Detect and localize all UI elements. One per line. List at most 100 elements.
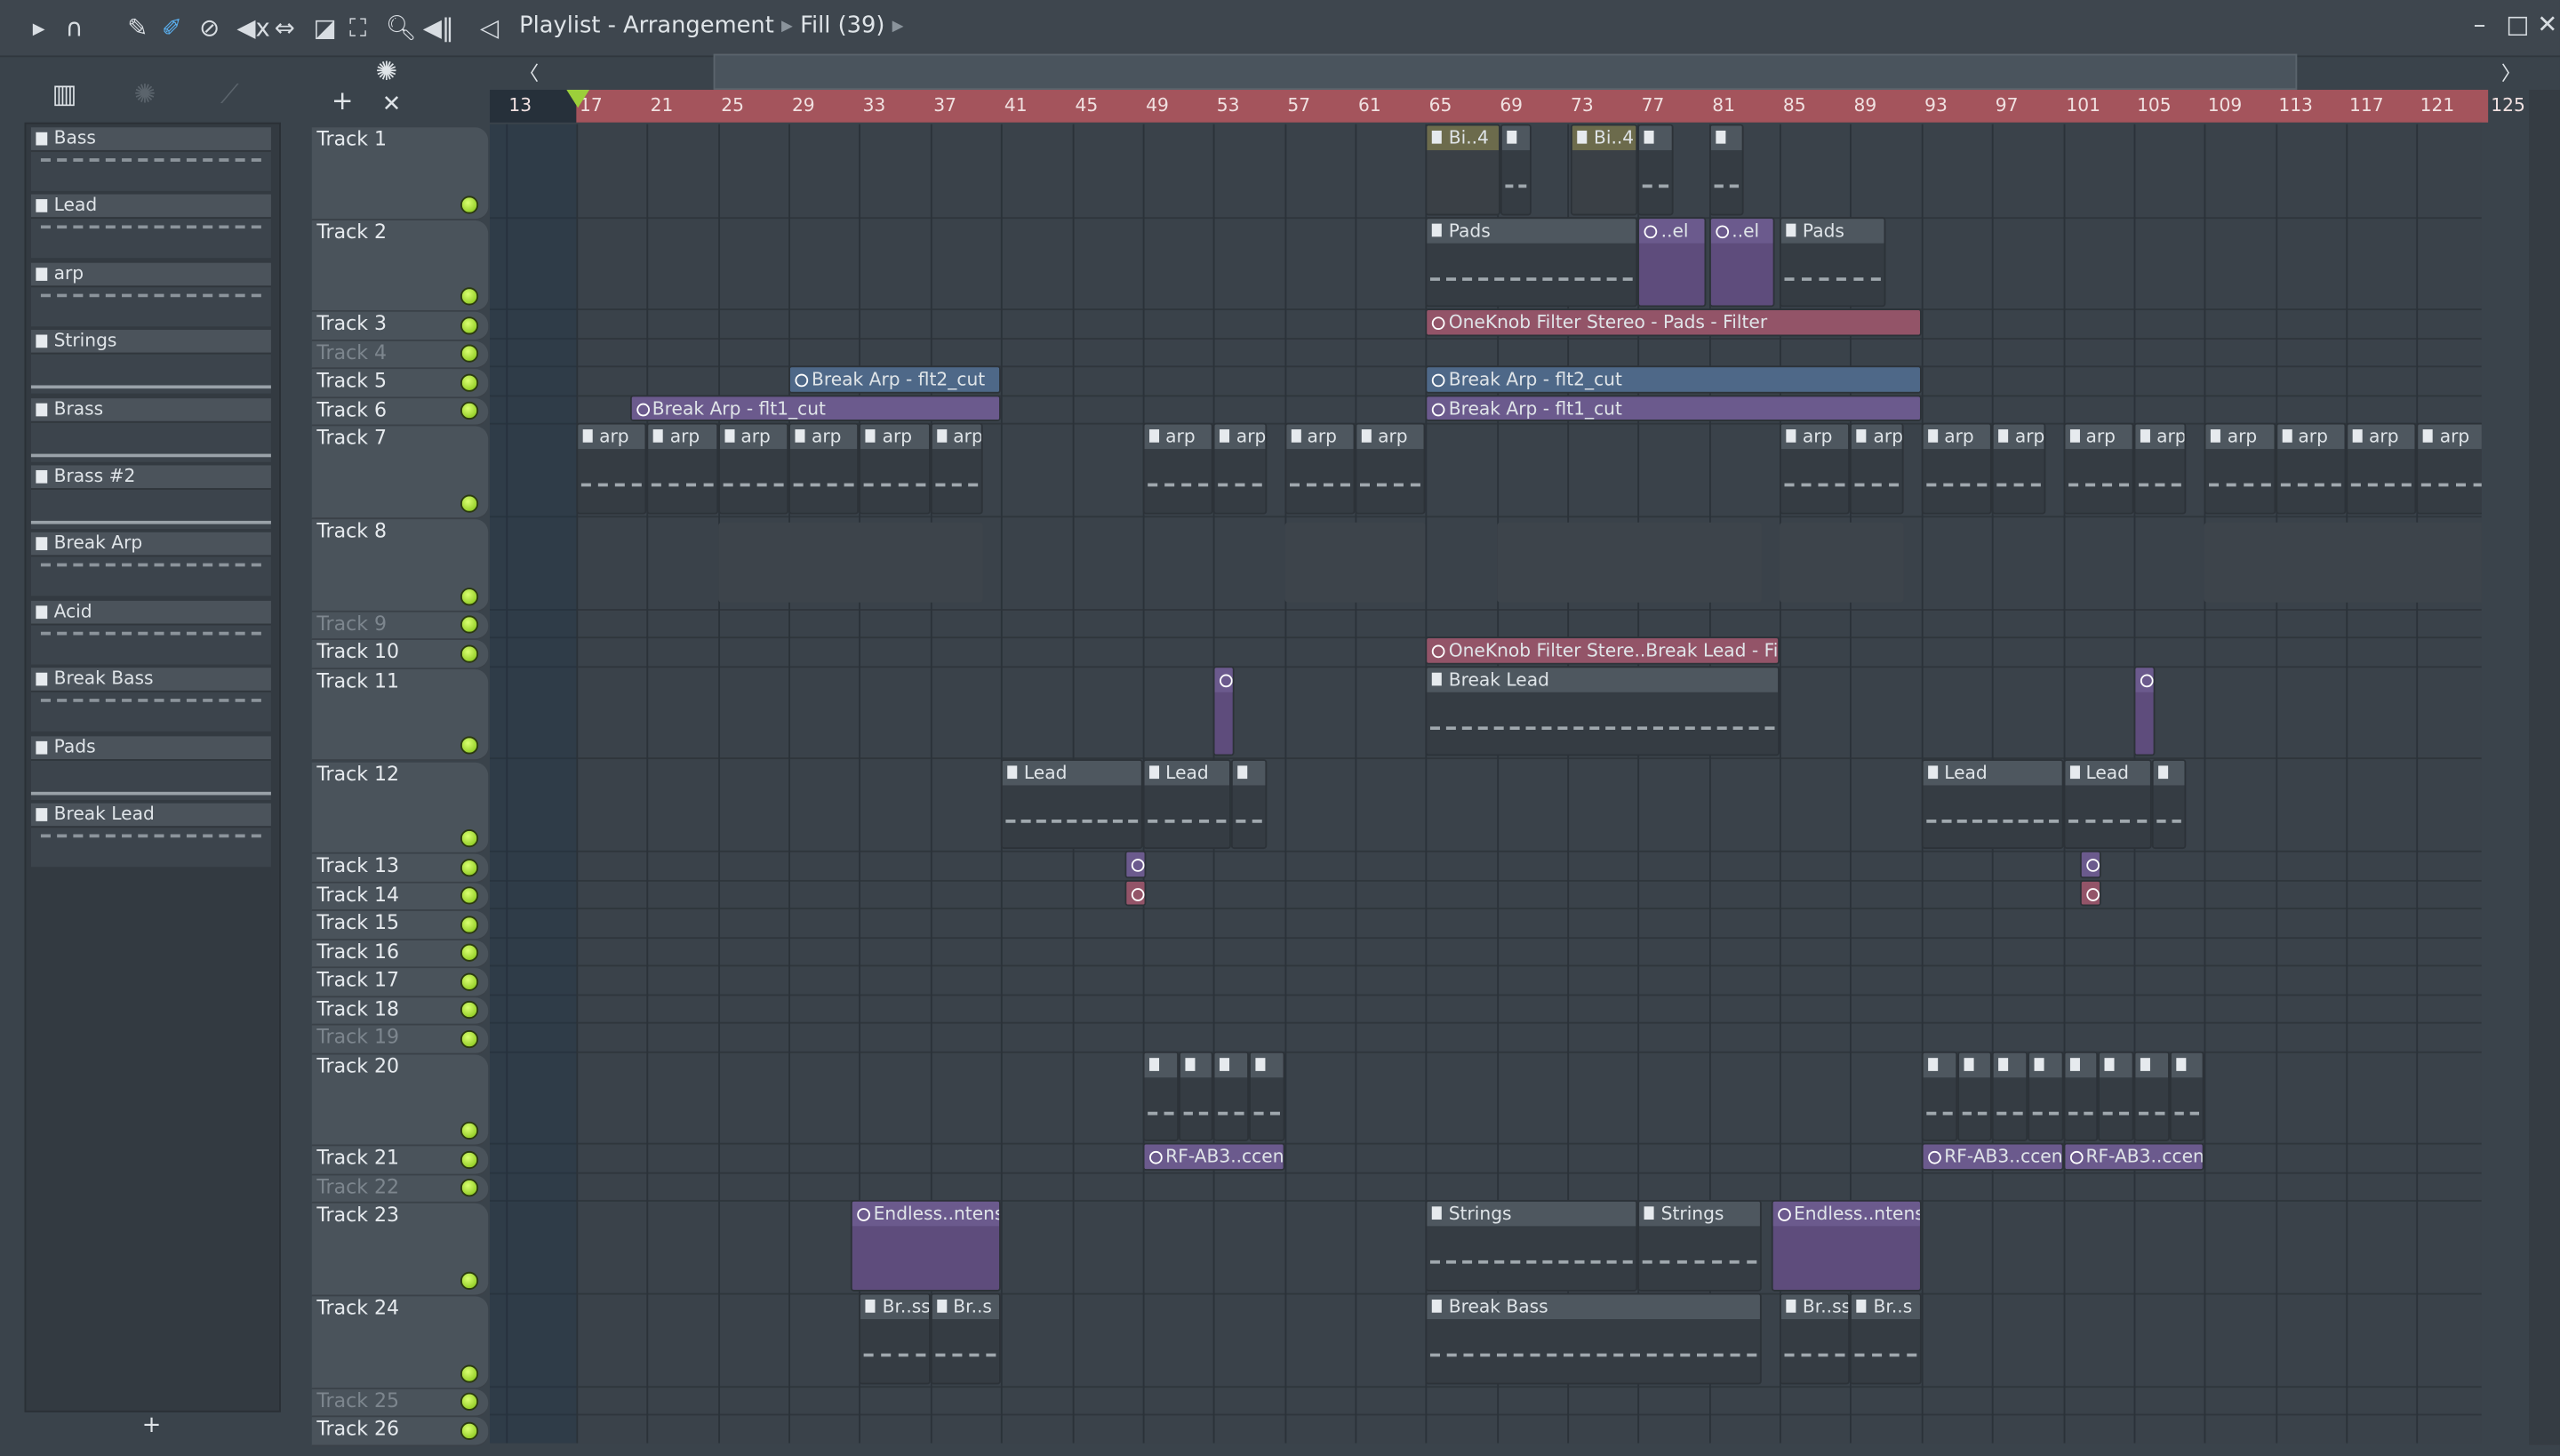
playlist-clip[interactable] bbox=[1248, 1051, 1284, 1142]
playlist-clip[interactable] bbox=[2204, 522, 2482, 603]
magnet-snap-icon[interactable]: ∩ bbox=[65, 13, 83, 43]
channel-header[interactable]: Brass bbox=[30, 397, 271, 421]
playlist-clip[interactable]: arp bbox=[2133, 423, 2188, 515]
play-arrow-icon[interactable]: ▸ bbox=[33, 13, 45, 43]
playlist-clip[interactable] bbox=[2098, 1051, 2134, 1142]
track-enable-led[interactable] bbox=[460, 1421, 479, 1440]
playlist-clip[interactable] bbox=[1178, 1051, 1214, 1142]
playlist-clip[interactable]: Lead bbox=[1001, 758, 1143, 850]
playlist-clip[interactable]: Break Bass bbox=[1426, 1292, 1763, 1385]
delete-icon[interactable]: ⊘ bbox=[199, 13, 220, 43]
channel-header[interactable]: Brass #2 bbox=[30, 465, 271, 489]
track-enable-led[interactable] bbox=[460, 915, 479, 934]
playlist-clip[interactable]: Br..ss bbox=[859, 1292, 931, 1385]
arrangement-overview[interactable] bbox=[713, 53, 2298, 91]
playlist-clip[interactable]: Strings bbox=[1637, 1200, 1763, 1292]
track-header[interactable]: Track 7 bbox=[311, 427, 489, 520]
track-enable-led[interactable] bbox=[460, 1029, 479, 1048]
channel-item[interactable]: Brass #2 bbox=[30, 465, 271, 530]
playlist-clip[interactable] bbox=[1992, 1051, 2028, 1142]
track-header[interactable]: Track 20 bbox=[311, 1053, 489, 1148]
scroll-right-icon[interactable]: 〉 bbox=[2501, 59, 2521, 86]
playlist-clip[interactable] bbox=[2027, 1051, 2063, 1142]
pencil-icon[interactable]: ✎ bbox=[127, 13, 148, 43]
playlist-clip[interactable]: ..el bbox=[1708, 216, 1775, 308]
track-header[interactable]: Track 11 bbox=[311, 668, 489, 762]
maximize-icon[interactable]: □ bbox=[2506, 10, 2529, 39]
playlist-clip[interactable]: Break Arp - flt1_cut bbox=[1426, 395, 1922, 422]
playlist-clip[interactable]: arp bbox=[2062, 423, 2134, 515]
speaker-icon[interactable]: ◁ bbox=[480, 13, 499, 43]
track-enable-led[interactable] bbox=[460, 1150, 479, 1169]
playlist-clip[interactable] bbox=[1124, 879, 1147, 907]
playlist-clip[interactable] bbox=[2133, 666, 2156, 757]
playlist-clip[interactable]: Break Arp - flt2_cut bbox=[1426, 366, 1922, 394]
close-x-icon[interactable]: ✕ bbox=[382, 92, 402, 117]
track-header[interactable]: Track 21 bbox=[311, 1147, 489, 1176]
channel-item[interactable]: Bass bbox=[30, 127, 271, 192]
audio-wave-icon[interactable]: ✺ bbox=[134, 78, 156, 109]
playlist-clip[interactable] bbox=[717, 522, 984, 603]
playlist-clip[interactable]: Bi..4 bbox=[1426, 124, 1500, 215]
playhead-marker[interactable] bbox=[566, 90, 590, 108]
slip-icon[interactable]: ⇔ bbox=[275, 13, 295, 43]
automation-icon[interactable]: ⟋ bbox=[220, 78, 239, 111]
playlist-clip[interactable] bbox=[1956, 1051, 1993, 1142]
playlist-clip[interactable] bbox=[1124, 851, 1147, 878]
minimize-icon[interactable]: – bbox=[2474, 10, 2486, 39]
playlist-clip[interactable]: arp bbox=[1780, 423, 1851, 515]
playlist-clip[interactable] bbox=[1708, 124, 1745, 215]
track-header[interactable]: Track 25 bbox=[311, 1388, 489, 1418]
track-enable-led[interactable] bbox=[460, 587, 479, 606]
playlist-clip[interactable]: arp bbox=[2346, 423, 2417, 515]
channel-item[interactable]: Brass bbox=[30, 397, 271, 462]
playlist-clip[interactable]: arp bbox=[1992, 423, 2045, 515]
track-enable-led[interactable] bbox=[460, 1271, 479, 1291]
slice-icon[interactable]: ◪ bbox=[314, 13, 337, 43]
playlist-grid[interactable]: Bi..4 Bi..4 Pads ..el ..el Pads OneKnob Filter… bbox=[490, 124, 2482, 1444]
track-enable-led[interactable] bbox=[460, 1364, 479, 1383]
playlist-clip[interactable]: RF-AB3..ccent bbox=[2062, 1143, 2205, 1171]
channel-item[interactable]: Break Bass bbox=[30, 668, 271, 733]
playlist-clip[interactable]: OneKnob Filter Stereo - Pads - Filter bbox=[1426, 308, 1922, 337]
add-track-button[interactable]: + bbox=[332, 85, 354, 116]
playlist-clip[interactable] bbox=[2151, 758, 2188, 850]
playlist-clip[interactable]: Strings bbox=[1426, 1200, 1638, 1292]
track-enable-led[interactable] bbox=[460, 1179, 479, 1198]
track-header[interactable]: Track 6 bbox=[311, 397, 489, 428]
track-enable-led[interactable] bbox=[460, 858, 479, 876]
playlist-clip[interactable] bbox=[1231, 758, 1267, 850]
playlist-clip[interactable] bbox=[2062, 1051, 2099, 1142]
track-header[interactable]: Track 13 bbox=[311, 853, 489, 884]
channel-item[interactable]: Break Lead bbox=[30, 803, 271, 868]
playlist-clip[interactable]: Br..s bbox=[930, 1292, 1002, 1385]
playlist-clip[interactable]: arp bbox=[1921, 423, 1993, 515]
track-header[interactable]: Track 4 bbox=[311, 340, 489, 370]
track-header[interactable]: Track 8 bbox=[311, 519, 489, 612]
track-header[interactable]: Track 9 bbox=[311, 612, 489, 641]
track-enable-led[interactable] bbox=[460, 972, 479, 991]
playlist-clip[interactable]: arp bbox=[930, 423, 984, 515]
track-header[interactable]: Track 23 bbox=[311, 1204, 489, 1297]
playlist-clip[interactable] bbox=[1780, 522, 1904, 603]
track-enable-led[interactable] bbox=[460, 345, 479, 364]
track-header[interactable]: Track 3 bbox=[311, 312, 489, 341]
timeline-ruler[interactable]: 13 17 21 25 29 33 37 41 45 49 53 57 61 65 69 73 77 81 85 89… bbox=[490, 90, 2525, 123]
playlist-clip[interactable]: Break Arp - flt2_cut bbox=[788, 366, 1002, 394]
playlist-clip[interactable]: RF-AB3..ccent bbox=[1142, 1143, 1284, 1171]
channel-header[interactable]: Break Arp bbox=[30, 532, 271, 556]
zoom-icon[interactable]: 🔍︎ bbox=[385, 13, 416, 43]
playlist-clip[interactable]: Endless..ntensit bbox=[850, 1200, 1002, 1292]
audio-clip-icon[interactable]: ✺ bbox=[375, 55, 397, 86]
playlist-clip[interactable]: arp bbox=[1850, 423, 1904, 515]
track-header[interactable]: Track 5 bbox=[311, 369, 489, 398]
track-enable-led[interactable] bbox=[460, 373, 479, 392]
channel-header[interactable]: Break Bass bbox=[30, 668, 271, 692]
playlist-clip[interactable]: RF-AB3..ccent bbox=[1921, 1143, 2063, 1171]
add-channel-button[interactable]: + bbox=[142, 1412, 162, 1438]
channel-item[interactable]: Acid bbox=[30, 600, 271, 666]
track-enable-led[interactable] bbox=[460, 886, 479, 905]
track-header[interactable]: Track 16 bbox=[311, 940, 489, 969]
track-enable-led[interactable] bbox=[460, 1001, 479, 1020]
track-enable-led[interactable] bbox=[460, 402, 479, 420]
